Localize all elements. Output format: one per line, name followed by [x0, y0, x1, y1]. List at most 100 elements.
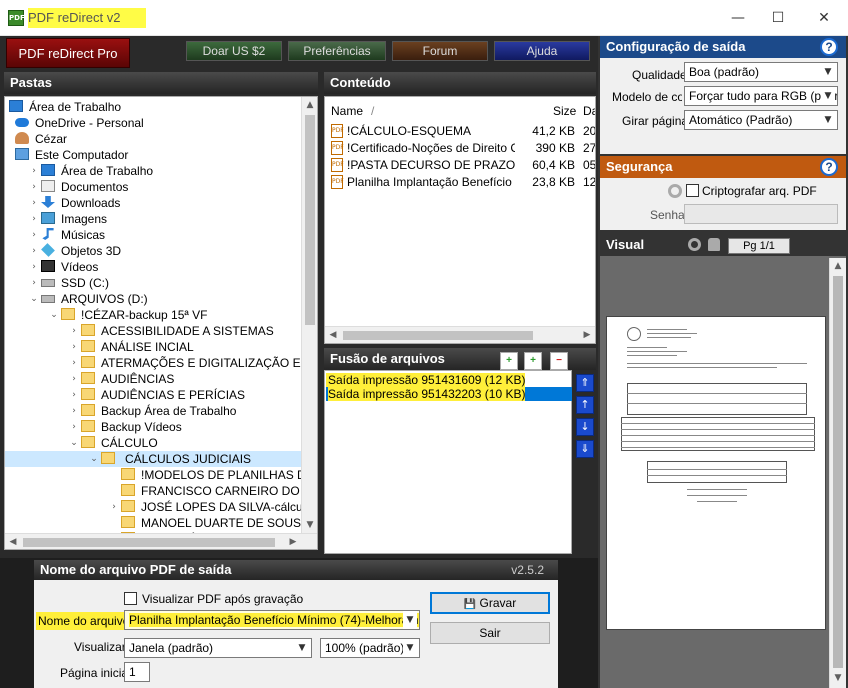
expand-icon[interactable]: › — [69, 355, 79, 371]
file-row[interactable]: PDF !CÁLCULO-ESQUEMA 41,2 KB 20 — [331, 123, 595, 139]
scroll-up-arrow[interactable]: ▲ — [302, 97, 317, 113]
tree-item[interactable]: ⌄ !CÉZAR-backup 15ª VF — [5, 307, 301, 323]
zoom-select[interactable]: 100% (padrão) ▼ — [320, 638, 420, 658]
tree-item[interactable]: › JOSÉ LOPES DA SILVA-cálculo da RMI — [5, 499, 317, 515]
move-top-icon[interactable]: ⇑ — [576, 374, 594, 392]
expand-icon[interactable]: › — [69, 323, 79, 339]
dropdown-icon[interactable]: ▼ — [403, 611, 417, 629]
security-help-icon[interactable]: ? — [820, 158, 838, 176]
scroll-down-arrow[interactable]: ▼ — [302, 517, 317, 533]
color-model-select[interactable]: Forçar tudo para RGB (padrão) ▼ — [684, 86, 838, 106]
expand-icon[interactable]: › — [29, 227, 39, 243]
maximize-button[interactable]: ☐ — [758, 6, 798, 30]
column-size[interactable]: Size — [553, 104, 576, 118]
tree-horizontal-scrollbar[interactable]: ◀ ▶ — [5, 533, 317, 549]
tree-item[interactable]: !MODELOS DE PLANILHAS DE CÁLCULO — [5, 467, 317, 483]
expand-icon[interactable]: › — [29, 163, 39, 179]
start-page-input[interactable]: 1 — [124, 662, 150, 682]
scroll-right-arrow[interactable]: ▶ — [579, 327, 595, 343]
expand-icon[interactable]: › — [69, 403, 79, 419]
move-up-icon[interactable]: ↑ — [576, 396, 594, 414]
lock-icon[interactable] — [708, 238, 720, 251]
scroll-thumb[interactable] — [833, 276, 843, 668]
tree-item[interactable]: ⌄ CÁLCULO — [5, 435, 301, 451]
password-input[interactable] — [684, 204, 838, 224]
dropdown-icon[interactable]: ▼ — [295, 639, 309, 657]
tree-item[interactable]: ⌄Este Computador — [5, 147, 301, 163]
tree-item[interactable]: › SSD (C:) — [5, 275, 301, 291]
scroll-thumb[interactable] — [305, 115, 315, 325]
tree-item[interactable]: › ATERMAÇÕES E DIGITALIZAÇÃO EM ANDAMENTO — [5, 355, 317, 371]
preferences-button[interactable]: Preferências — [288, 41, 386, 61]
dropdown-icon[interactable]: ▼ — [403, 639, 417, 657]
scroll-thumb[interactable] — [343, 331, 533, 340]
scroll-thumb[interactable] — [23, 538, 275, 547]
scroll-down-arrow[interactable]: ▼ — [830, 670, 846, 686]
file-list-horizontal-scrollbar[interactable]: ◀ ▶ — [325, 326, 595, 343]
column-date[interactable]: Da — [583, 104, 595, 118]
merge-list-item-selected[interactable]: Saída impressão 951432203 (10 KB) — [326, 387, 572, 401]
expand-icon[interactable]: › — [29, 211, 39, 227]
donate-button[interactable]: Doar US $2 — [186, 41, 282, 61]
visual-key-icon[interactable] — [688, 238, 701, 251]
exit-button[interactable]: Sair — [430, 622, 550, 644]
collapse-icon[interactable]: ⌄ — [69, 435, 79, 451]
expand-icon[interactable]: › — [69, 371, 79, 387]
move-down-icon[interactable]: ↓ — [576, 418, 594, 436]
tree-item[interactable]: › Downloads — [5, 195, 301, 211]
expand-icon[interactable]: › — [29, 259, 39, 275]
minimize-button[interactable]: — — [718, 6, 758, 30]
tree-item[interactable]: MANOEL DUARTE DE SOUSA-cálculo — [5, 515, 317, 531]
view-mode-select[interactable]: Janela (padrão) ▼ — [124, 638, 312, 658]
remove-file-icon[interactable]: − — [550, 352, 568, 370]
file-row[interactable]: PDFPlanilha Implantação Benefício Mínimo… — [331, 174, 595, 190]
tree-item[interactable]: › AUDIÊNCIAS — [5, 371, 301, 387]
expand-icon[interactable]: › — [109, 499, 119, 515]
tree-item[interactable]: › ACESSIBILIDADE A SISTEMAS — [5, 323, 301, 339]
tree-vertical-scrollbar[interactable]: ▲ ▼ — [301, 97, 317, 533]
tree-item[interactable]: › Objetos 3D — [5, 243, 301, 259]
collapse-icon[interactable]: ⌄ — [49, 307, 59, 323]
collapse-icon[interactable]: ⌄ — [89, 451, 99, 467]
expand-icon[interactable]: › — [69, 387, 79, 403]
tree-item[interactable]: › ANÁLISE INCIAL — [5, 339, 301, 355]
tree-item[interactable]: › Backup Vídeos — [5, 419, 301, 435]
dropdown-icon[interactable]: ▼ — [821, 63, 835, 81]
dropdown-icon[interactable]: ▼ — [821, 111, 835, 129]
tree-item[interactable]: › AUDIÊNCIAS E PERÍCIAS — [5, 387, 301, 403]
expand-icon[interactable]: › — [69, 419, 79, 435]
quality-select[interactable]: Boa (padrão) ▼ — [684, 62, 838, 82]
tree-item[interactable]: › Área de Trabalho — [5, 163, 301, 179]
close-button[interactable]: ✕ — [804, 6, 844, 30]
add-file-icon[interactable]: + — [500, 352, 518, 370]
scroll-left-arrow[interactable]: ◀ — [325, 327, 341, 343]
tree-item[interactable]: Área de Trabalho — [5, 99, 301, 115]
dropdown-icon[interactable]: ▼ — [821, 87, 835, 105]
merge-list-item[interactable]: Saída impressão 951431609 (12 KB) — [326, 373, 526, 387]
tree-item[interactable]: › Documentos — [5, 179, 301, 195]
expand-icon[interactable]: › — [29, 195, 39, 211]
scroll-left-arrow[interactable]: ◀ — [5, 534, 21, 549]
tree-item[interactable]: FRANCISCO CARNEIRO DO NASCIMENTO — [5, 483, 317, 499]
preview-scrollbar[interactable]: ▲ ▼ — [829, 258, 846, 688]
collapse-icon[interactable]: ⌄ — [29, 291, 39, 307]
save-button[interactable]: 💾 Gravar — [430, 592, 550, 614]
scroll-up-arrow[interactable]: ▲ — [830, 258, 846, 274]
filename-combo[interactable]: Planilha Implantação Benefício Mínimo (7… — [124, 610, 420, 630]
tree-item[interactable]: ›OneDrive - Personal — [5, 115, 301, 131]
move-bottom-icon[interactable]: ⇓ — [576, 440, 594, 458]
rotate-select[interactable]: Atomático (Padrão) ▼ — [684, 110, 838, 130]
encrypt-checkbox[interactable] — [686, 184, 699, 197]
tree-item[interactable]: ⌄ CÁLCULOS JUDICIAIS — [5, 451, 301, 467]
expand-icon[interactable]: › — [29, 275, 39, 291]
forum-button[interactable]: Forum — [392, 41, 488, 61]
view-after-save-checkbox[interactable] — [124, 592, 137, 605]
tree-item[interactable]: › Backup Área de Trabalho — [5, 403, 301, 419]
add-all-files-icon[interactable]: + — [524, 352, 542, 370]
help-button[interactable]: Ajuda — [494, 41, 590, 61]
folder-tree[interactable]: Área de Trabalho›OneDrive - Personal›Céz… — [4, 96, 318, 550]
file-list[interactable]: Name / Size Da PDF!CÁLCULO-ESQUEMA41,2 K… — [324, 96, 596, 344]
tree-item[interactable]: › Músicas — [5, 227, 301, 243]
config-help-icon[interactable]: ? — [820, 38, 838, 56]
tree-item[interactable]: ⌄ ARQUIVOS (D:) — [5, 291, 301, 307]
